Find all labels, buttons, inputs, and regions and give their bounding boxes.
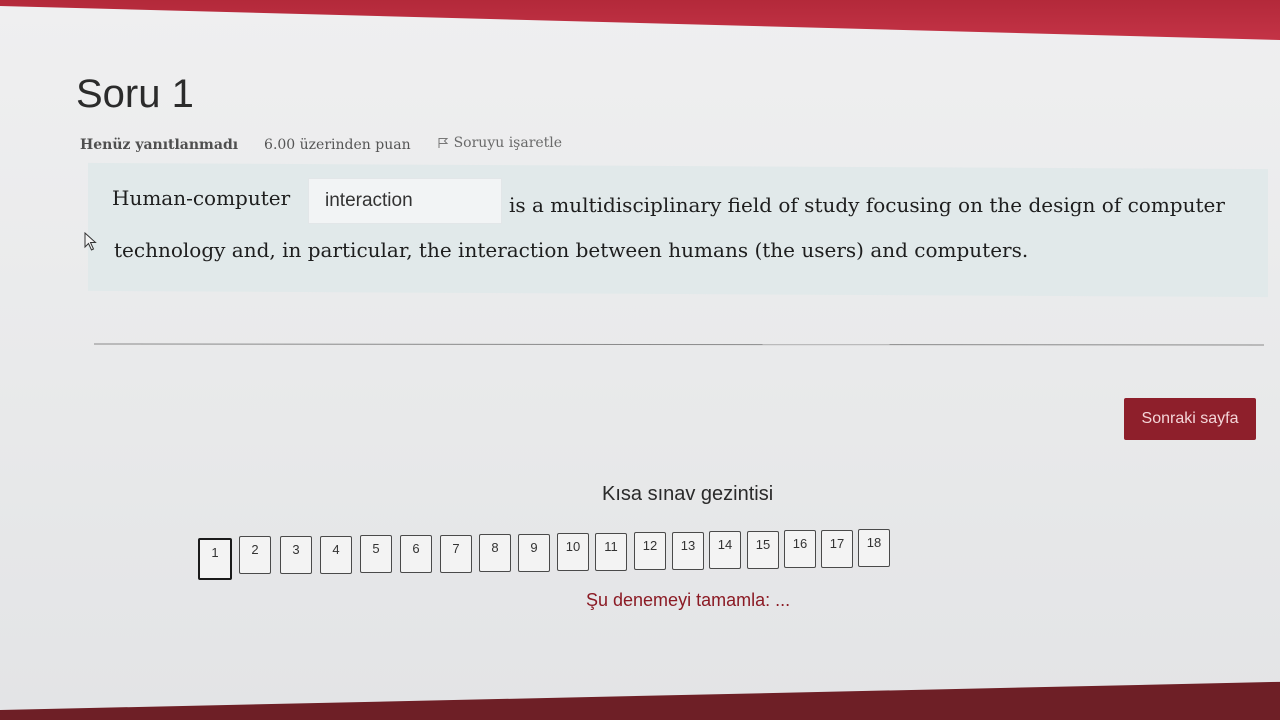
question-text-before: Human-computer: [112, 186, 291, 210]
quiz-nav-button[interactable]: 6: [400, 535, 432, 573]
quiz-nav-button[interactable]: 14: [709, 531, 741, 569]
question-points: 6.00 üzerinden puan: [264, 137, 411, 153]
quiz-nav-button[interactable]: 12: [634, 532, 666, 570]
finish-attempt-link[interactable]: Şu denemeyi tamamla: ...: [586, 590, 790, 611]
question-info: Henüz yanıtlanmadı 6.00 üzerinden puan S…: [80, 135, 562, 153]
quiz-nav-button[interactable]: 18: [858, 529, 890, 567]
question-title: Soru 1: [76, 72, 194, 116]
flag-question-label: Soruyu işaretle: [453, 135, 563, 151]
content-divider: [93, 343, 1265, 346]
question-text-box: [88, 162, 1268, 298]
quiz-nav-button[interactable]: 2: [239, 536, 271, 574]
mouse-pointer-icon: [84, 232, 97, 251]
quiz-nav-button[interactable]: 10: [557, 533, 589, 571]
quiz-nav-button[interactable]: 7: [440, 535, 472, 573]
quiz-nav-button[interactable]: 16: [784, 530, 816, 568]
quiz-nav-button[interactable]: 5: [360, 535, 392, 573]
quiz-nav-button[interactable]: 15: [747, 531, 779, 569]
quiz-nav-button[interactable]: 1: [198, 538, 232, 580]
quiz-nav-button[interactable]: 4: [320, 536, 352, 574]
question-text-line2: technology and, in particular, the inter…: [114, 238, 1029, 262]
answer-input[interactable]: [308, 178, 502, 224]
next-page-button[interactable]: Sonraki sayfa: [1124, 398, 1256, 440]
quiz-nav-button[interactable]: 11: [595, 533, 627, 571]
question-text-after: is a multidisciplinary field of study fo…: [509, 193, 1225, 217]
quiz-nav-button[interactable]: 3: [280, 536, 312, 574]
question-status: Henüz yanıtlanmadı: [80, 137, 239, 153]
flag-question-link[interactable]: Soruyu işaretle: [437, 135, 562, 151]
quiz-nav-button[interactable]: 17: [821, 530, 853, 568]
quiz-navigation-title: Kısa sınav gezintisi: [602, 483, 774, 505]
quiz-nav-button[interactable]: 8: [479, 534, 511, 572]
quiz-nav-button[interactable]: 13: [672, 532, 704, 570]
quiz-page: Soru 1 Henüz yanıtlanmadı 6.00 üzerinden…: [0, 6, 1280, 710]
quiz-nav-button[interactable]: 9: [518, 534, 550, 572]
flag-icon: [438, 138, 448, 148]
